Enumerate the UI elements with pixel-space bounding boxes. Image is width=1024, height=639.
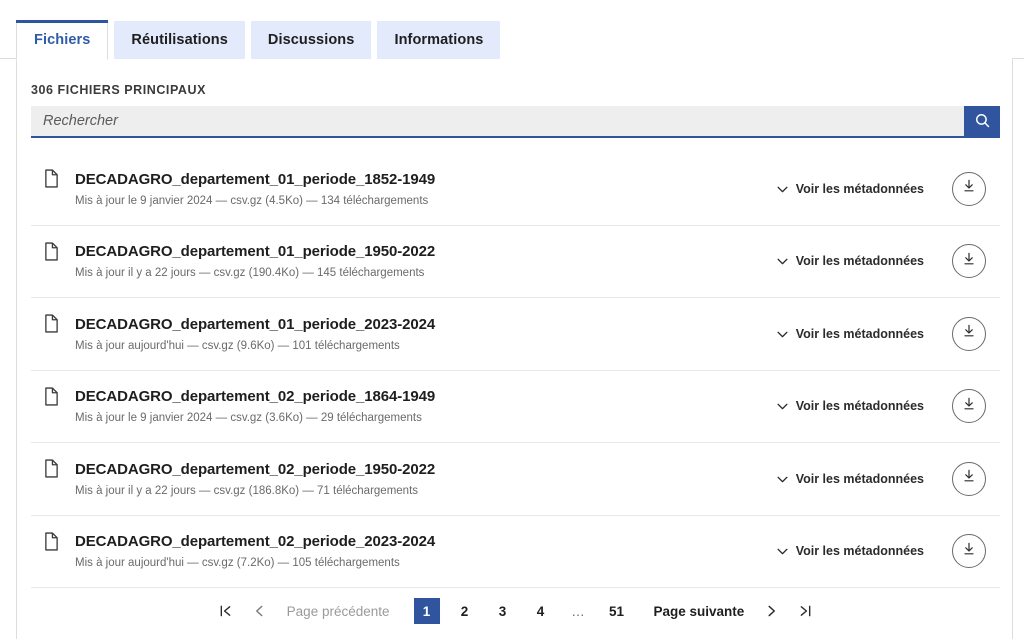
search-button[interactable] bbox=[964, 106, 1000, 138]
file-info: DECADAGRO_departement_01_periode_2023-20… bbox=[66, 316, 777, 352]
tab-label: Informations bbox=[394, 32, 484, 48]
view-metadata-link[interactable]: Voir les métadonnées bbox=[777, 182, 924, 196]
page-number-1[interactable]: 1 bbox=[413, 598, 440, 624]
page-number-51[interactable]: 51 bbox=[604, 598, 630, 624]
file-icon bbox=[36, 531, 66, 551]
view-metadata-label: Voir les métadonnées bbox=[795, 471, 924, 486]
tab-label: Fichiers bbox=[34, 31, 91, 48]
view-metadata-link[interactable]: Voir les métadonnées bbox=[777, 254, 924, 268]
chevron-down-icon bbox=[777, 254, 788, 268]
section-title: 306 FICHIERS PRINCIPAUX bbox=[31, 83, 206, 97]
table-row[interactable]: DECADAGRO_departement_01_periode_1950-20… bbox=[31, 226, 1000, 298]
chevron-down-icon bbox=[777, 399, 788, 413]
tab-informations[interactable]: Informations bbox=[377, 21, 501, 59]
table-row[interactable]: DECADAGRO_departement_01_periode_2023-20… bbox=[31, 298, 1000, 371]
tab-label: Réutilisations bbox=[131, 32, 228, 48]
pagination: Page précédente 1 2 3 4 … 51 Page suivan… bbox=[31, 587, 1000, 635]
file-meta: Mis à jour il y a 22 jours — csv.gz (186… bbox=[75, 484, 419, 497]
download-icon bbox=[961, 178, 977, 199]
tab-fichiers[interactable]: Fichiers bbox=[16, 20, 109, 60]
file-icon bbox=[36, 241, 66, 261]
file-icon bbox=[36, 169, 66, 188]
file-title: DECADAGRO_departement_01_periode_1852-19… bbox=[75, 170, 436, 188]
next-page-icon-button[interactable] bbox=[754, 596, 788, 626]
file-meta: Mis à jour le 9 janvier 2024 — csv.gz (4… bbox=[75, 194, 429, 207]
view-metadata-label: Voir les métadonnées bbox=[795, 544, 924, 559]
tab-reutilisations[interactable]: Réutilisations bbox=[114, 21, 245, 59]
view-metadata-link[interactable]: Voir les métadonnées bbox=[777, 399, 924, 413]
chevron-down-icon bbox=[777, 182, 788, 196]
file-title: DECADAGRO_departement_01_periode_1950-20… bbox=[75, 243, 436, 261]
table-row[interactable]: DECADAGRO_departement_02_periode_1864-19… bbox=[31, 371, 1000, 443]
view-metadata-label: Voir les métadonnées bbox=[795, 181, 924, 196]
file-meta: Mis à jour il y a 22 jours — csv.gz (190… bbox=[75, 267, 425, 280]
view-metadata-link[interactable]: Voir les métadonnées bbox=[777, 544, 924, 558]
download-button[interactable] bbox=[952, 534, 986, 569]
tab-bar: Fichiers Réutilisations Discussions Info… bbox=[0, 0, 1024, 60]
view-metadata-label: Voir les métadonnées bbox=[795, 254, 924, 269]
table-row[interactable]: DECADAGRO_departement_01_periode_1852-19… bbox=[31, 153, 1000, 226]
file-icon bbox=[36, 386, 66, 406]
file-info: DECADAGRO_departement_02_periode_2023-20… bbox=[66, 533, 777, 569]
download-button[interactable] bbox=[952, 244, 986, 279]
download-button[interactable] bbox=[952, 389, 986, 424]
chevron-down-icon bbox=[777, 472, 788, 486]
file-title: DECADAGRO_departement_02_periode_2023-20… bbox=[75, 533, 436, 551]
files-panel: 306 FICHIERS PRINCIPAUX Rechercher DECAD… bbox=[16, 58, 1013, 639]
next-page-label[interactable]: Page suivante bbox=[644, 604, 755, 619]
download-icon bbox=[961, 541, 977, 562]
files-tab-page: Fichiers Réutilisations Discussions Info… bbox=[0, 0, 1024, 639]
page-number-2[interactable]: 2 bbox=[452, 598, 478, 624]
download-icon bbox=[961, 396, 977, 417]
file-icon bbox=[36, 314, 66, 333]
page-number-4[interactable]: 4 bbox=[528, 598, 554, 624]
download-button[interactable] bbox=[952, 461, 986, 496]
file-meta: Mis à jour aujourd'hui — csv.gz (7.2Ko) … bbox=[75, 557, 400, 570]
tab-discussions[interactable]: Discussions bbox=[250, 21, 372, 59]
previous-page-label[interactable]: Page précédente bbox=[277, 604, 400, 619]
file-title: DECADAGRO_departement_02_periode_1864-19… bbox=[75, 388, 436, 406]
download-button[interactable] bbox=[952, 171, 986, 206]
file-info: DECADAGRO_departement_02_periode_1950-20… bbox=[66, 461, 777, 497]
file-meta: Mis à jour le 9 janvier 2024 — csv.gz (3… bbox=[75, 412, 422, 425]
file-meta: Mis à jour aujourd'hui — csv.gz (9.6Ko) … bbox=[75, 339, 400, 352]
view-metadata-label: Voir les métadonnées bbox=[795, 399, 924, 414]
download-button[interactable] bbox=[952, 316, 986, 351]
page-number-3[interactable]: 3 bbox=[490, 598, 516, 624]
download-icon bbox=[961, 468, 977, 489]
page-ellipsis: … bbox=[571, 603, 586, 619]
last-page-button[interactable] bbox=[788, 596, 822, 626]
search-input[interactable] bbox=[31, 106, 964, 138]
download-icon bbox=[961, 251, 977, 272]
chevron-down-icon bbox=[777, 327, 788, 341]
file-title: DECADAGRO_departement_02_periode_1950-20… bbox=[75, 460, 436, 478]
previous-page-icon-button[interactable] bbox=[243, 596, 277, 626]
file-list: DECADAGRO_departement_01_periode_1852-19… bbox=[31, 153, 1000, 588]
first-page-button[interactable] bbox=[209, 596, 243, 626]
view-metadata-link[interactable]: Voir les métadonnées bbox=[777, 472, 924, 486]
file-info: DECADAGRO_departement_02_periode_1864-19… bbox=[66, 388, 777, 424]
download-icon bbox=[961, 323, 977, 344]
view-metadata-link[interactable]: Voir les métadonnées bbox=[777, 327, 924, 341]
chevron-down-icon bbox=[777, 544, 788, 558]
table-row[interactable]: DECADAGRO_departement_02_periode_1950-20… bbox=[31, 443, 1000, 516]
tab-label: Discussions bbox=[267, 32, 355, 48]
search-row bbox=[31, 106, 1000, 138]
search-icon bbox=[974, 112, 991, 132]
table-row[interactable]: DECADAGRO_departement_02_periode_2023-20… bbox=[31, 516, 1000, 588]
file-icon bbox=[36, 459, 66, 478]
file-info: DECADAGRO_departement_01_periode_1852-19… bbox=[66, 171, 777, 207]
file-info: DECADAGRO_departement_01_periode_1950-20… bbox=[66, 243, 777, 279]
view-metadata-label: Voir les métadonnées bbox=[795, 326, 924, 341]
file-title: DECADAGRO_departement_01_periode_2023-20… bbox=[75, 315, 436, 333]
